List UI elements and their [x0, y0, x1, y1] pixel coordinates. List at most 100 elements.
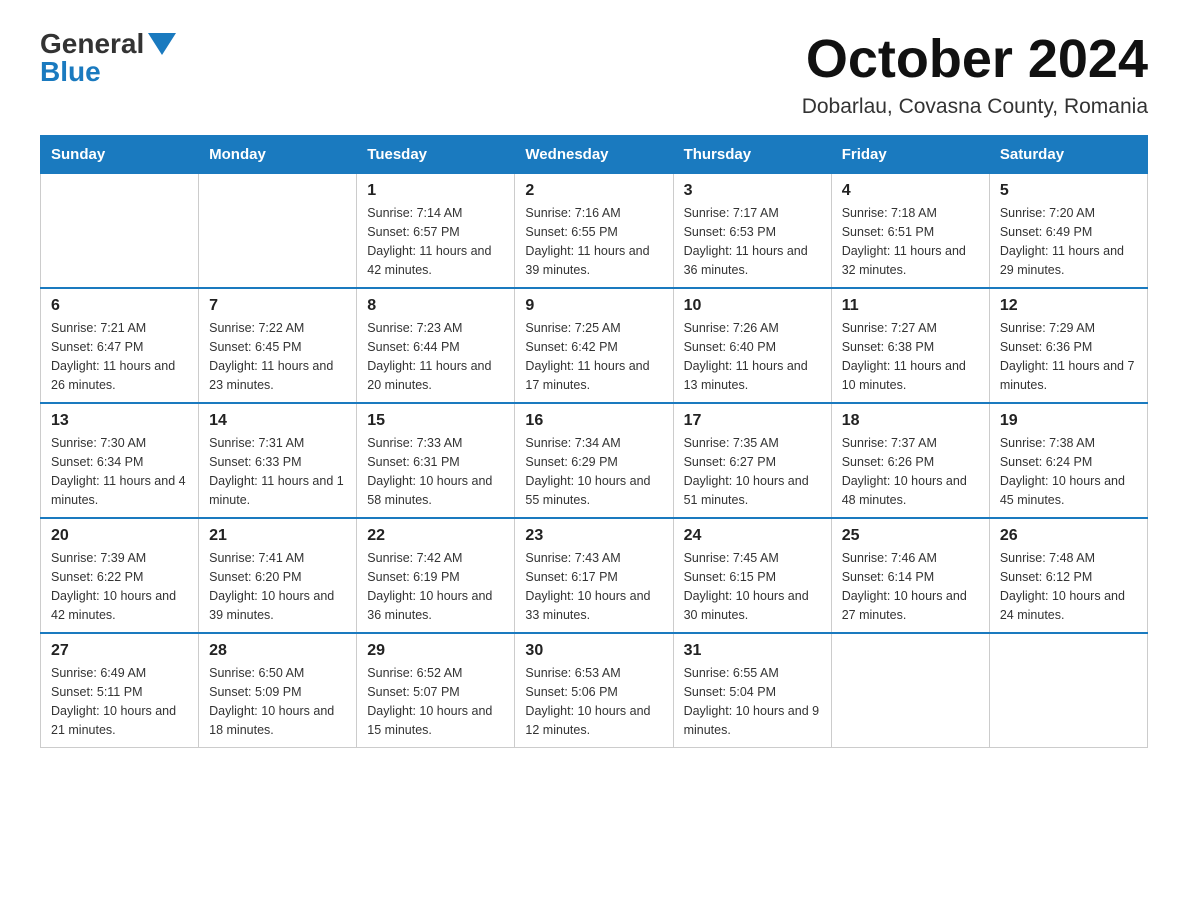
day-info: Sunrise: 7:21 AMSunset: 6:47 PMDaylight:…: [51, 319, 188, 394]
header-saturday: Saturday: [989, 136, 1147, 174]
calendar-cell: 16Sunrise: 7:34 AMSunset: 6:29 PMDayligh…: [515, 403, 673, 518]
calendar-cell: [41, 174, 199, 289]
day-number: 3: [684, 182, 821, 200]
day-number: 15: [367, 412, 504, 430]
week-row-1: 1Sunrise: 7:14 AMSunset: 6:57 PMDaylight…: [41, 174, 1148, 289]
day-number: 26: [1000, 527, 1137, 545]
calendar-cell: [831, 633, 989, 748]
logo-general-text: General: [40, 30, 144, 58]
week-row-3: 13Sunrise: 7:30 AMSunset: 6:34 PMDayligh…: [41, 403, 1148, 518]
calendar-subtitle: Dobarlau, Covasna County, Romania: [802, 95, 1148, 119]
header-thursday: Thursday: [673, 136, 831, 174]
calendar-cell: 29 Sunrise: 6:52 AMSunset: 5:07 PMDayligh…: [357, 633, 515, 748]
calendar-cell: 11Sunrise: 7:27 AMSunset: 6:38 PMDayligh…: [831, 288, 989, 403]
week-row-4: 20 Sunrise: 7:39 AMSunset: 6:22 PMDayligh…: [41, 518, 1148, 633]
day-number: 20: [51, 527, 188, 545]
calendar-cell: 12 Sunrise: 7:29 AMSunset: 6:36 PMDayligh…: [989, 288, 1147, 403]
day-info: Sunrise: 7:20 AMSunset: 6:49 PMDaylight:…: [1000, 204, 1137, 279]
day-info: Sunrise: 7:18 AMSunset: 6:51 PMDaylight:…: [842, 204, 979, 279]
calendar-title: October 2024: [802, 30, 1148, 89]
logo-clean: General Blue: [40, 30, 176, 86]
day-info: Sunrise: 7:27 AMSunset: 6:38 PMDaylight:…: [842, 319, 979, 394]
day-number: 19: [1000, 412, 1137, 430]
calendar-cell: 26Sunrise: 7:48 AMSunset: 6:12 PMDayligh…: [989, 518, 1147, 633]
day-info: Sunrise: 6:55 AMSunset: 5:04 PMDaylight:…: [684, 664, 821, 739]
header-monday: Monday: [199, 136, 357, 174]
logo-arrow-icon: [148, 33, 176, 55]
day-info: Sunrise: 7:31 AMSunset: 6:33 PMDaylight:…: [209, 434, 346, 509]
calendar-cell: 31 Sunrise: 6:55 AMSunset: 5:04 PMDayligh…: [673, 633, 831, 748]
calendar-cell: 21Sunrise: 7:41 AMSunset: 6:20 PMDayligh…: [199, 518, 357, 633]
day-info: Sunrise: 7:26 AMSunset: 6:40 PMDaylight:…: [684, 319, 821, 394]
day-info: Sunrise: 6:52 AMSunset: 5:07 PMDaylight:…: [367, 664, 504, 739]
header-tuesday: Tuesday: [357, 136, 515, 174]
day-number: 8: [367, 297, 504, 315]
day-info: Sunrise: 7:38 AMSunset: 6:24 PMDaylight:…: [1000, 434, 1137, 509]
calendar-cell: 7 Sunrise: 7:22 AMSunset: 6:45 PMDaylight…: [199, 288, 357, 403]
day-info: Sunrise: 7:33 AMSunset: 6:31 PMDaylight:…: [367, 434, 504, 509]
day-number: 5: [1000, 182, 1137, 200]
calendar-cell: 22 Sunrise: 7:42 AMSunset: 6:19 PMDayligh…: [357, 518, 515, 633]
logo-line1: General: [40, 30, 176, 58]
day-number: 18: [842, 412, 979, 430]
day-info: Sunrise: 7:22 AMSunset: 6:45 PMDaylight:…: [209, 319, 346, 394]
day-number: 4: [842, 182, 979, 200]
calendar-cell: 30 Sunrise: 6:53 AMSunset: 5:06 PMDayligh…: [515, 633, 673, 748]
title-clean: October 2024 Dobarlau, Covasna County, R…: [802, 30, 1148, 119]
day-number: 30: [525, 642, 662, 660]
day-info: Sunrise: 6:49 AMSunset: 5:11 PMDaylight:…: [51, 664, 188, 739]
day-info: Sunrise: 7:46 AMSunset: 6:14 PMDaylight:…: [842, 549, 979, 624]
day-info: Sunrise: 7:39 AMSunset: 6:22 PMDaylight:…: [51, 549, 188, 624]
calendar-cell: 24 Sunrise: 7:45 AMSunset: 6:15 PMDayligh…: [673, 518, 831, 633]
day-info: Sunrise: 7:45 AMSunset: 6:15 PMDaylight:…: [684, 549, 821, 624]
header-wednesday: Wednesday: [515, 136, 673, 174]
day-info: Sunrise: 7:16 AMSunset: 6:55 PMDaylight:…: [525, 204, 662, 279]
week-row-5: 27 Sunrise: 6:49 AMSunset: 5:11 PMDayligh…: [41, 633, 1148, 748]
day-info: Sunrise: 7:42 AMSunset: 6:19 PMDaylight:…: [367, 549, 504, 624]
day-number: 7: [209, 297, 346, 315]
calendar-cell: 9 Sunrise: 7:25 AMSunset: 6:42 PMDaylight…: [515, 288, 673, 403]
day-number: 10: [684, 297, 821, 315]
day-number: 23: [525, 527, 662, 545]
calendar-cell: 28Sunrise: 6:50 AMSunset: 5:09 PMDayligh…: [199, 633, 357, 748]
day-info: Sunrise: 6:50 AMSunset: 5:09 PMDaylight:…: [209, 664, 346, 739]
header-sunday: Sunday: [41, 136, 199, 174]
day-number: 13: [51, 412, 188, 430]
day-number: 25: [842, 527, 979, 545]
day-info: Sunrise: 7:25 AMSunset: 6:42 PMDaylight:…: [525, 319, 662, 394]
calendar-cell: 6 Sunrise: 7:21 AMSunset: 6:47 PMDaylight…: [41, 288, 199, 403]
day-number: 29: [367, 642, 504, 660]
day-number: 12: [1000, 297, 1137, 315]
day-number: 27: [51, 642, 188, 660]
day-info: Sunrise: 7:35 AMSunset: 6:27 PMDaylight:…: [684, 434, 821, 509]
day-info: Sunrise: 7:14 AMSunset: 6:57 PMDaylight:…: [367, 204, 504, 279]
day-number: 22: [367, 527, 504, 545]
day-number: 17: [684, 412, 821, 430]
calendar-cell: 15 Sunrise: 7:33 AMSunset: 6:31 PMDayligh…: [357, 403, 515, 518]
calendar-cell: [199, 174, 357, 289]
day-number: 14: [209, 412, 346, 430]
day-number: 24: [684, 527, 821, 545]
header-friday: Friday: [831, 136, 989, 174]
calendar-cell: 27 Sunrise: 6:49 AMSunset: 5:11 PMDayligh…: [41, 633, 199, 748]
calendar-cell: 8 Sunrise: 7:23 AMSunset: 6:44 PMDaylight…: [357, 288, 515, 403]
day-info: Sunrise: 7:17 AMSunset: 6:53 PMDaylight:…: [684, 204, 821, 279]
calendar-cell: 23Sunrise: 7:43 AMSunset: 6:17 PMDayligh…: [515, 518, 673, 633]
calendar-cell: 5 Sunrise: 7:20 AMSunset: 6:49 PMDaylight…: [989, 174, 1147, 289]
day-number: 31: [684, 642, 821, 660]
day-number: 6: [51, 297, 188, 315]
day-info: Sunrise: 6:53 AMSunset: 5:06 PMDaylight:…: [525, 664, 662, 739]
day-info: Sunrise: 7:29 AMSunset: 6:36 PMDaylight:…: [1000, 319, 1137, 394]
calendar-cell: 18Sunrise: 7:37 AMSunset: 6:26 PMDayligh…: [831, 403, 989, 518]
calendar-cell: 4 Sunrise: 7:18 AMSunset: 6:51 PMDaylight…: [831, 174, 989, 289]
calendar-cell: [989, 633, 1147, 748]
week-row-2: 6 Sunrise: 7:21 AMSunset: 6:47 PMDaylight…: [41, 288, 1148, 403]
calendar-cell: 13Sunrise: 7:30 AMSunset: 6:34 PMDayligh…: [41, 403, 199, 518]
calendar-cell: 10 Sunrise: 7:26 AMSunset: 6:40 PMDayligh…: [673, 288, 831, 403]
calendar-cell: 17 Sunrise: 7:35 AMSunset: 6:27 PMDayligh…: [673, 403, 831, 518]
day-info: Sunrise: 7:23 AMSunset: 6:44 PMDaylight:…: [367, 319, 504, 394]
calendar-cell: 20 Sunrise: 7:39 AMSunset: 6:22 PMDayligh…: [41, 518, 199, 633]
header-row: SundayMondayTuesdayWednesdayThursdayFrid…: [41, 136, 1148, 174]
day-number: 2: [525, 182, 662, 200]
day-number: 9: [525, 297, 662, 315]
